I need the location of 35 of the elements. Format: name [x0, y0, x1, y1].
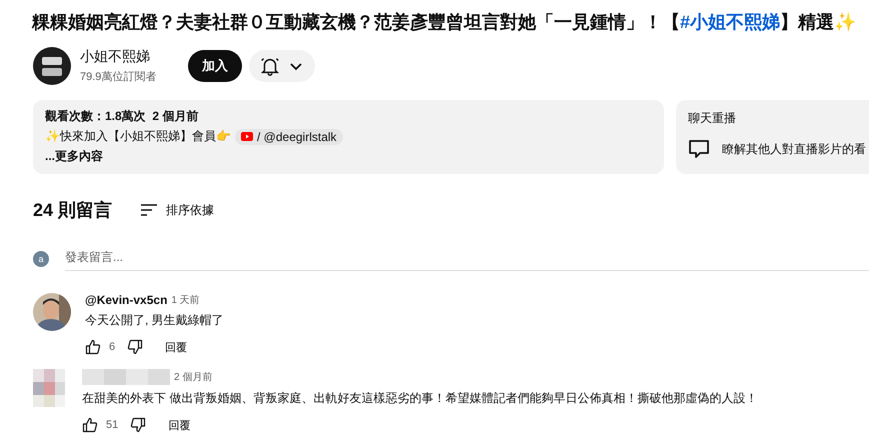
comment-input[interactable]: 發表留言...: [65, 246, 869, 271]
show-more-link[interactable]: ...更多內容: [45, 148, 652, 165]
video-title: 粿粿婚姻亮紅燈？夫妻社群０互動藏玄機？范姜彥豐曾坦言對她「一見鍾情」！【#小姐不熙娣】精選✨: [32, 11, 858, 34]
chat-replay-text: 瞭解其他人對直播影片的看: [722, 140, 866, 158]
channel-name[interactable]: 小姐不熙娣: [80, 48, 180, 66]
hashtag-link[interactable]: #小姐不熙娣: [680, 12, 780, 32]
thumbs-up-icon[interactable]: [82, 417, 98, 433]
comment-count: 24 則留言: [33, 199, 112, 222]
thumbs-down-icon[interactable]: [130, 417, 146, 433]
blurred-avatar-drawing: [33, 369, 65, 407]
like-count: 51: [106, 419, 118, 431]
comment-author[interactable]: @Kevin-vx5cn: [85, 293, 168, 307]
view-stats: 觀看次數：1.8萬次 2 個月前: [45, 108, 200, 125]
channel-link-chip[interactable]: / @deegirlstalk: [235, 128, 343, 144]
join-button[interactable]: 加入: [188, 50, 242, 82]
sort-button[interactable]: 排序依據: [140, 202, 214, 218]
like-count: 6: [109, 341, 116, 353]
chat-bubble-icon: [688, 139, 710, 159]
comment-time[interactable]: 1 天前: [171, 293, 200, 307]
description-text: ✨快來加入【小姐不熙娣】會員👉: [45, 128, 231, 145]
chat-replay-title: 聊天重播: [688, 110, 737, 127]
reply-button[interactable]: 回覆: [165, 340, 188, 354]
channel-logo[interactable]: [33, 47, 71, 85]
sort-icon: [140, 203, 158, 217]
description-panel[interactable]: 觀看次數：1.8萬次 2 個月前 ✨快來加入【小姐不熙娣】會員👉 / @deegirlstalk ...更多內容: [33, 100, 664, 174]
notification-button[interactable]: [249, 50, 315, 82]
comment-text: 在甜美的外表下 做出背叛婚姻、背叛家庭、出軌好友這樣惡劣的事！希望媒體記者們能夠早日公佈真相！撕破他那虛偽的人設！: [82, 390, 758, 407]
thumbs-up-icon[interactable]: [85, 339, 101, 355]
play-icon: [241, 132, 253, 141]
thumbs-down-icon[interactable]: [127, 339, 144, 355]
user-avatar: a: [33, 250, 49, 266]
reply-button[interactable]: 回覆: [168, 418, 190, 432]
comment-text: 今天公開了, 男生戴綠帽了: [85, 312, 224, 329]
subscriber-count: 79.9萬位訂閱者: [80, 70, 158, 84]
comment-time[interactable]: 2 個月前: [174, 370, 212, 384]
